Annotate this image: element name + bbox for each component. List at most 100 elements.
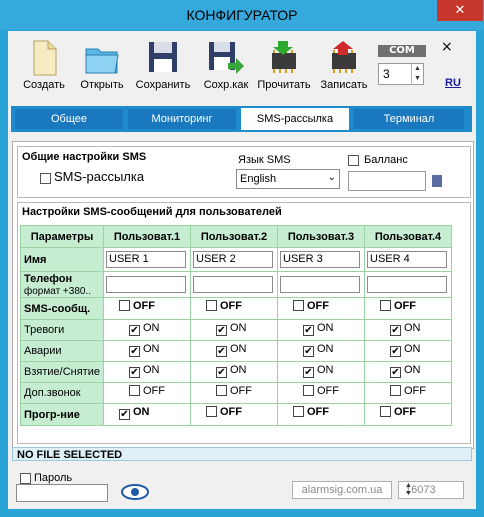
open-label: Открыть — [80, 79, 124, 91]
port-spinner[interactable]: 16073 ▲ ▼ — [398, 481, 464, 499]
column-header: Пользоват.1 — [103, 225, 191, 248]
column-header: Параметры — [20, 225, 104, 248]
read-button[interactable]: Прочитать — [254, 39, 314, 99]
save-button[interactable]: Сохранить — [132, 39, 194, 99]
call-checkbox[interactable]: OFF — [390, 385, 426, 397]
tab-sms[interactable]: SMS-рассылка — [241, 108, 349, 130]
footer: Пароль alarmsig.com.ua 16073 ▲ ▼ — [8, 468, 476, 508]
write-button[interactable]: Записать — [314, 39, 374, 99]
arm-checkbox[interactable]: ✔ ON — [216, 364, 247, 378]
faults-checkbox[interactable]: ✔ ON — [216, 343, 247, 357]
user-name-input[interactable]: USER 3 — [280, 251, 360, 268]
sms-checkbox[interactable]: OFF — [380, 300, 416, 312]
eye-icon[interactable] — [120, 483, 150, 501]
row-label-phone: Телефон формат +380.. — [20, 271, 104, 298]
toolbar: Создать Открыть Сохранить Сохр.как Прочи… — [8, 31, 476, 101]
alarms-checkbox[interactable]: ✔ ON — [129, 322, 160, 336]
general-sms-settings: Общие настройки SMS SMS-рассылка Язык SM… — [17, 146, 471, 198]
user-settings-table: Параметры Пользоват.1 Пользоват.2 Пользо… — [20, 225, 452, 426]
user-phone-input[interactable] — [106, 276, 186, 293]
alarms-checkbox[interactable]: ✔ ON — [303, 322, 334, 336]
tab-monitoring[interactable]: Мониторинг — [128, 109, 236, 129]
password-input[interactable] — [16, 484, 108, 502]
general-heading: Общие настройки SMS — [22, 151, 147, 163]
password-label: Пароль — [34, 472, 73, 484]
user-sms-settings: Настройки SMS-сообщений для пользователе… — [17, 202, 471, 444]
call-checkbox[interactable]: OFF — [129, 385, 165, 397]
sms-lang-label: Язык SMS — [238, 154, 291, 166]
com-label: COM — [378, 45, 426, 57]
site-field[interactable]: alarmsig.com.ua — [292, 481, 392, 499]
language-link[interactable]: RU — [445, 77, 461, 89]
call-checkbox[interactable]: OFF — [216, 385, 252, 397]
spin-up-icon[interactable]: ▲ — [411, 64, 423, 74]
save-as-label: Сохр.как — [203, 79, 249, 91]
row-label-faults: Аварии — [20, 340, 104, 362]
prog-checkbox[interactable]: OFF — [206, 406, 242, 418]
save-label: Сохранить — [135, 79, 191, 91]
arm-checkbox[interactable]: ✔ ON — [129, 364, 160, 378]
balance-field[interactable] — [348, 171, 426, 191]
arm-checkbox[interactable]: ✔ ON — [390, 364, 421, 378]
balance-checkbox[interactable] — [348, 155, 359, 166]
chevron-down-icon: ⌄ — [327, 172, 336, 183]
user-phone-input[interactable] — [367, 276, 447, 293]
title-bar: КОНФИГУРАТОР ✕ — [0, 0, 484, 30]
row-label-prog: Прогр-ние — [20, 403, 104, 426]
com-port-spinner[interactable]: 3 ▲ ▼ — [378, 63, 424, 85]
create-button[interactable]: Создать — [14, 39, 74, 99]
read-chip-icon — [272, 41, 296, 73]
open-button[interactable]: Открыть — [72, 39, 132, 99]
sms-enable-checkbox[interactable] — [40, 173, 51, 184]
call-checkbox[interactable]: OFF — [303, 385, 339, 397]
sms-lang-select[interactable]: English ⌄ — [236, 169, 340, 189]
sms-checkbox[interactable]: OFF — [206, 300, 242, 312]
user-phone-input[interactable] — [280, 276, 360, 293]
spin-down-icon[interactable]: ▼ — [411, 74, 423, 84]
tab-terminal[interactable]: Терминал — [354, 109, 464, 129]
spin-up-icon[interactable]: ▲ — [405, 482, 461, 490]
prog-checkbox[interactable]: ✔ ON — [119, 406, 150, 420]
client-area: Создать Открыть Сохранить Сохр.как Прочи… — [8, 31, 476, 509]
prog-checkbox[interactable]: OFF — [380, 406, 416, 418]
window-close-button[interactable]: ✕ — [437, 0, 483, 21]
alarms-checkbox[interactable]: ✔ ON — [390, 322, 421, 336]
user-name-input[interactable]: USER 1 — [106, 251, 186, 268]
balance-label: Балланс — [364, 154, 408, 166]
password-checkbox[interactable] — [20, 473, 31, 484]
alarms-checkbox[interactable]: ✔ ON — [216, 322, 247, 336]
sms-checkbox[interactable]: OFF — [119, 300, 155, 312]
save-as-icon — [209, 42, 244, 74]
status-bar: NO FILE SELECTED — [12, 447, 472, 461]
column-header: Пользоват.3 — [277, 225, 365, 248]
sms-enable-label: SMS-рассылка — [54, 169, 145, 184]
column-header: Пользоват.2 — [190, 225, 278, 248]
faults-checkbox[interactable]: ✔ ON — [129, 343, 160, 357]
faults-checkbox[interactable]: ✔ ON — [390, 343, 421, 357]
arm-checkbox[interactable]: ✔ ON — [303, 364, 334, 378]
prog-checkbox[interactable]: OFF — [293, 406, 329, 418]
new-file-icon — [33, 40, 57, 76]
sim-card-icon[interactable] — [432, 175, 442, 187]
save-as-button[interactable]: Сохр.как — [196, 39, 256, 99]
tab-bar: Общее Мониторинг SMS-рассылка Терминал — [11, 106, 472, 132]
user-name-input[interactable]: USER 2 — [193, 251, 273, 268]
read-label: Прочитать — [257, 79, 311, 91]
close-icon[interactable]: × — [441, 39, 453, 55]
row-label-call: Доп.звонок — [20, 382, 104, 404]
sms-checkbox[interactable]: OFF — [293, 300, 329, 312]
tab-general[interactable]: Общее — [15, 109, 123, 129]
create-label: Создать — [23, 79, 65, 91]
sms-panel: Общие настройки SMS SMS-рассылка Язык SM… — [12, 141, 474, 449]
write-chip-icon — [332, 41, 356, 73]
row-label-name: Имя — [20, 247, 104, 272]
user-name-input[interactable]: USER 4 — [367, 251, 447, 268]
faults-checkbox[interactable]: ✔ ON — [303, 343, 334, 357]
column-header: Пользоват.4 — [364, 225, 452, 248]
floppy-icon — [149, 42, 177, 72]
spin-down-icon[interactable]: ▼ — [405, 490, 461, 498]
grid-heading: Настройки SMS-сообщений для пользователе… — [22, 206, 282, 218]
write-label: Записать — [320, 79, 368, 91]
user-phone-input[interactable] — [193, 276, 273, 293]
sms-lang-value: English — [240, 173, 277, 185]
